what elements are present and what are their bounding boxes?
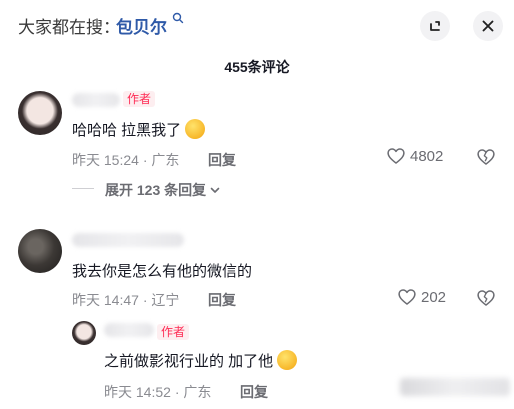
dislike-icon[interactable] xyxy=(476,147,496,167)
reply-text: 之前做影视行业的 加了他 xyxy=(104,350,298,371)
like-count: 202 xyxy=(421,288,447,306)
laugh-cry-emoji xyxy=(185,119,206,139)
heart-icon xyxy=(398,289,416,305)
comment-meta: 昨天 14:47 · 辽宁 xyxy=(72,290,179,310)
search-icon[interactable] xyxy=(172,12,184,24)
comment-text-content: 哈哈哈 拉黑我了 xyxy=(72,122,182,139)
chevron-down-icon xyxy=(210,187,220,193)
comment-location: 广东 xyxy=(151,152,180,168)
reply-button[interactable]: 回复 xyxy=(208,290,236,310)
reply-meta: 昨天 14:52 · 广东 xyxy=(104,382,211,402)
search-term-link[interactable]: 包贝尔 xyxy=(116,13,167,38)
author-badge: 作者 xyxy=(123,91,156,107)
expand-replies-label: 展开 123 条回复 xyxy=(105,182,207,198)
username-blurred[interactable] xyxy=(72,93,120,107)
like-count-blurred xyxy=(400,378,510,396)
comment-meta: 昨天 15:24 · 广东 xyxy=(72,150,179,170)
comment-time: 昨天 15:24 xyxy=(72,152,139,168)
avatar[interactable] xyxy=(72,321,96,345)
comment-text: 我去你是怎么有他的微信的 xyxy=(72,263,253,280)
reply-text-content: 之前做影视行业的 加了他 xyxy=(104,353,274,370)
expand-replies-button[interactable]: 展开 123 条回复 xyxy=(105,180,221,200)
minimize-icon xyxy=(430,21,440,31)
close-button[interactable] xyxy=(473,11,503,41)
laugh-cry-emoji xyxy=(277,350,298,370)
heart-icon xyxy=(387,148,405,164)
avatar[interactable] xyxy=(18,229,62,273)
reply-location: 广东 xyxy=(183,384,212,400)
reply-time: 昨天 14:52 xyxy=(104,384,171,400)
comments-count-title: 455条评论 xyxy=(224,59,290,75)
reply-button[interactable]: 回复 xyxy=(240,382,268,402)
author-badge: 作者 xyxy=(157,324,190,340)
separator: · xyxy=(138,292,152,308)
minimize-button[interactable] xyxy=(420,11,450,41)
divider-line xyxy=(72,188,94,189)
reply-button[interactable]: 回复 xyxy=(208,150,236,170)
comment-time: 昨天 14:47 xyxy=(72,292,139,308)
close-icon xyxy=(482,20,494,32)
like-count: 4802 xyxy=(410,147,444,165)
like-button[interactable]: 202 xyxy=(397,287,446,307)
comment-text: 哈哈哈 拉黑我了 xyxy=(72,119,206,140)
username-blurred[interactable] xyxy=(104,323,154,337)
separator: · xyxy=(170,384,184,400)
username-blurred[interactable] xyxy=(72,233,184,247)
search-prefix: 大家都在搜： xyxy=(18,18,120,37)
dislike-icon[interactable] xyxy=(476,288,496,308)
separator: · xyxy=(138,152,152,168)
comment-location: 辽宁 xyxy=(151,292,180,308)
like-button[interactable]: 4802 xyxy=(386,146,443,166)
avatar[interactable] xyxy=(18,91,62,135)
